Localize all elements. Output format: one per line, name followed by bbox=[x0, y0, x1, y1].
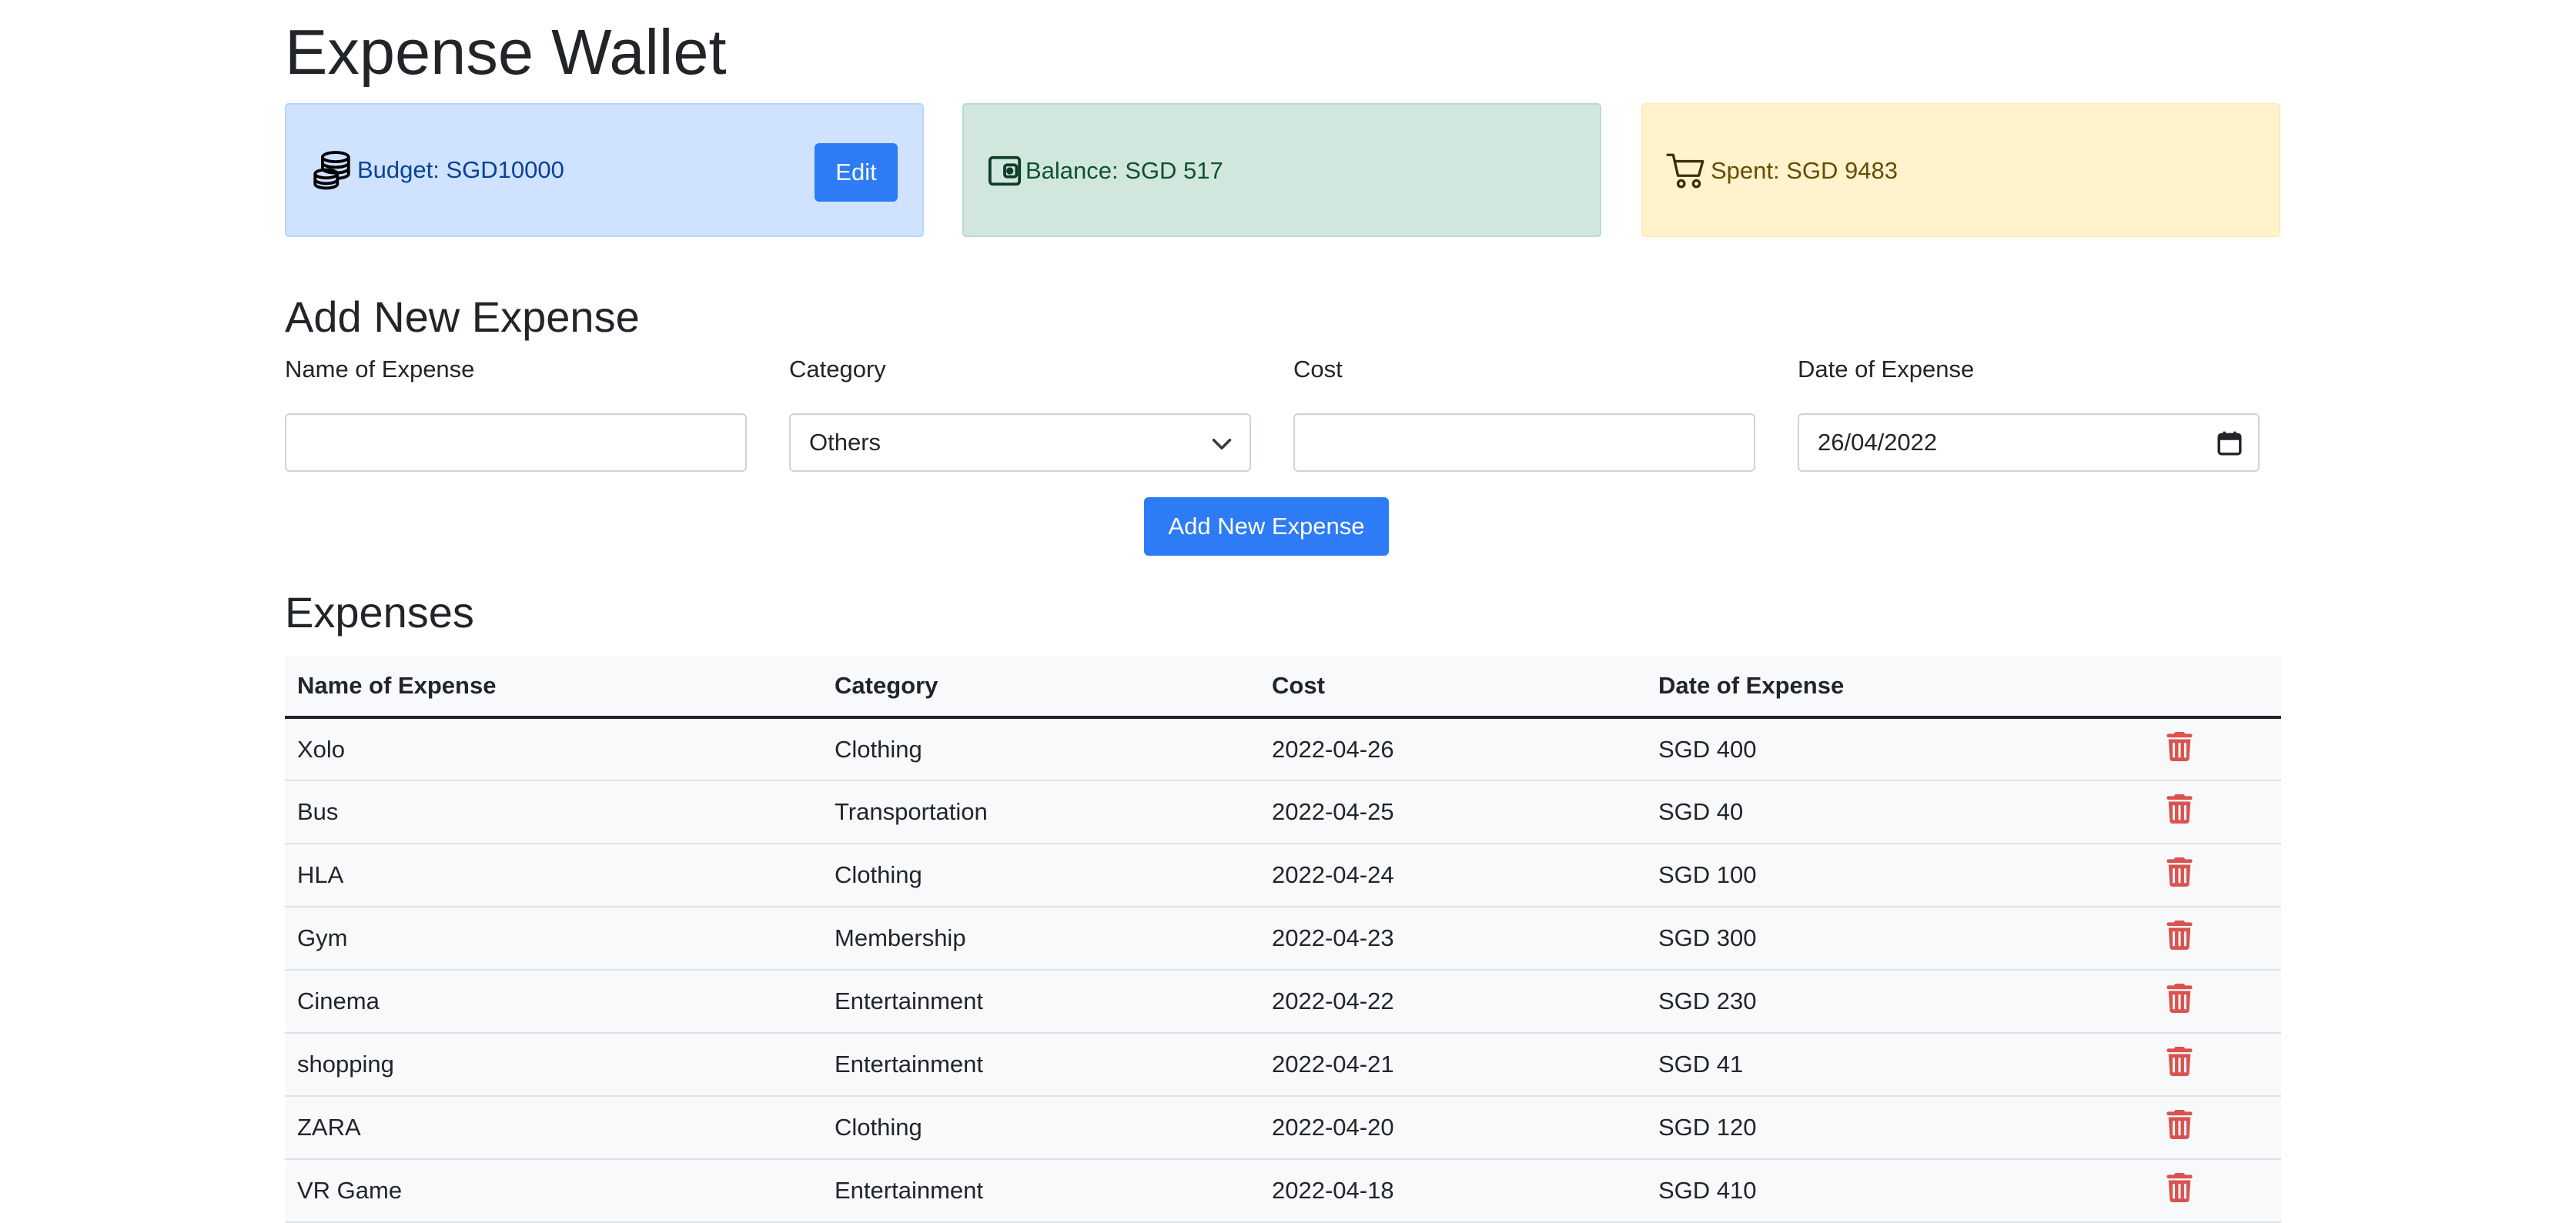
cell-category: Clothing bbox=[822, 1096, 1260, 1160]
cell-name: Cinema bbox=[285, 970, 822, 1034]
spent-text: Spent: SGD 9483 bbox=[1711, 157, 1898, 184]
cell-date: SGD 400 bbox=[1646, 717, 2154, 781]
cell-cost: 2022-04-21 bbox=[1260, 1033, 1646, 1097]
cell-date: SGD 100 bbox=[1646, 844, 2154, 907]
table-row: Cinema Entertainment 2022-04-22 SGD 230 bbox=[285, 970, 2281, 1034]
trash-icon[interactable] bbox=[2166, 857, 2193, 887]
trash-icon[interactable] bbox=[2166, 984, 2193, 1013]
header-date: Date of Expense bbox=[1646, 656, 2154, 719]
cell-cost: 2022-04-26 bbox=[1260, 717, 1646, 781]
date-label: Date of Expense bbox=[1798, 356, 1975, 383]
cell-actions bbox=[2154, 1159, 2281, 1223]
cell-actions bbox=[2154, 1033, 2281, 1097]
cell-actions bbox=[2154, 1096, 2281, 1160]
cell-name: Bus bbox=[285, 780, 822, 844]
table-row: ZARA Clothing 2022-04-20 SGD 120 bbox=[285, 1096, 2281, 1160]
expenses-table: Name of Expense Category Cost Date of Ex… bbox=[285, 656, 2281, 1223]
cell-date: SGD 120 bbox=[1646, 1096, 2154, 1160]
chevron-down-icon bbox=[1211, 433, 1233, 461]
date-value: 26/04/2022 bbox=[1818, 429, 1938, 456]
balance-text: Balance: SGD 517 bbox=[1025, 157, 1223, 184]
cell-date: SGD 410 bbox=[1646, 1159, 2154, 1223]
table-row: shopping Entertainment 2022-04-21 SGD 41 bbox=[285, 1033, 2281, 1097]
trash-icon[interactable] bbox=[2166, 1110, 2193, 1139]
cell-category: Clothing bbox=[822, 717, 1260, 781]
edit-budget-button[interactable]: Edit bbox=[815, 143, 898, 202]
trash-icon[interactable] bbox=[2166, 921, 2193, 950]
table-header-row: Name of Expense Category Cost Date of Ex… bbox=[285, 656, 2281, 719]
balance-card: Balance: SGD 517 bbox=[962, 103, 1601, 237]
header-name: Name of Expense bbox=[285, 656, 822, 719]
trash-icon[interactable] bbox=[2166, 1047, 2193, 1076]
budget-text: Budget: SGD10000 bbox=[357, 156, 564, 183]
cell-cost: 2022-04-20 bbox=[1260, 1096, 1646, 1160]
cart-icon bbox=[1666, 152, 1708, 190]
cell-name: Gym bbox=[285, 907, 822, 971]
name-label: Name of Expense bbox=[285, 356, 475, 383]
trash-icon[interactable] bbox=[2166, 731, 2193, 761]
trash-icon[interactable] bbox=[2166, 794, 2193, 824]
cell-category: Membership bbox=[822, 907, 1260, 971]
add-expense-button[interactable]: Add New Expense bbox=[1144, 497, 1389, 556]
cell-date: SGD 300 bbox=[1646, 907, 2154, 971]
cell-name: ZARA bbox=[285, 1096, 822, 1160]
header-actions bbox=[2154, 656, 2281, 719]
cell-date: SGD 41 bbox=[1646, 1033, 2154, 1097]
cell-date: SGD 230 bbox=[1646, 970, 2154, 1034]
spent-card: Spent: SGD 9483 bbox=[1641, 103, 2280, 237]
cell-name: VR Game bbox=[285, 1159, 822, 1223]
cell-actions bbox=[2154, 970, 2281, 1034]
cell-actions bbox=[2154, 844, 2281, 907]
table-row: VR Game Entertainment 2022-04-18 SGD 410 bbox=[285, 1159, 2281, 1223]
table-row: Bus Transportation 2022-04-25 SGD 40 bbox=[285, 780, 2281, 844]
cell-cost: 2022-04-24 bbox=[1260, 844, 1646, 907]
cost-input[interactable] bbox=[1293, 413, 1755, 472]
page-title: Expense Wallet bbox=[285, 16, 727, 88]
table-row: Gym Membership 2022-04-23 SGD 300 bbox=[285, 907, 2281, 971]
expenses-title: Expenses bbox=[285, 588, 474, 637]
cell-cost: 2022-04-22 bbox=[1260, 970, 1646, 1034]
category-selected-value: Others bbox=[809, 429, 882, 456]
add-expense-title: Add New Expense bbox=[285, 292, 640, 341]
trash-icon[interactable] bbox=[2166, 1173, 2193, 1202]
cell-category: Clothing bbox=[822, 844, 1260, 907]
table-row: Xolo Clothing 2022-04-26 SGD 400 bbox=[285, 717, 2281, 781]
budget-card: Budget: SGD10000 Edit bbox=[285, 103, 924, 237]
coins-icon bbox=[309, 148, 354, 192]
category-select[interactable]: Others bbox=[789, 413, 1251, 472]
cell-category: Entertainment bbox=[822, 1033, 1260, 1097]
cell-cost: 2022-04-18 bbox=[1260, 1159, 1646, 1223]
cell-category: Entertainment bbox=[822, 970, 1260, 1034]
cell-cost: 2022-04-23 bbox=[1260, 907, 1646, 971]
calendar-icon[interactable] bbox=[2216, 430, 2243, 463]
cell-cost: 2022-04-25 bbox=[1260, 780, 1646, 844]
expenses-tbody: Xolo Clothing 2022-04-26 SGD 400 Bus Transpor… bbox=[285, 717, 2281, 1223]
cell-actions bbox=[2154, 780, 2281, 844]
header-cost: Cost bbox=[1260, 656, 1646, 719]
cell-category: Entertainment bbox=[822, 1159, 1260, 1223]
date-input[interactable]: 26/04/2022 bbox=[1798, 413, 2260, 472]
table-row: HLA Clothing 2022-04-24 SGD 100 bbox=[285, 844, 2281, 907]
cell-name: HLA bbox=[285, 844, 822, 907]
header-category: Category bbox=[822, 656, 1260, 719]
cell-name: Xolo bbox=[285, 717, 822, 781]
cell-name: shopping bbox=[285, 1033, 822, 1097]
cost-label: Cost bbox=[1293, 356, 1343, 383]
cell-date: SGD 40 bbox=[1646, 780, 2154, 844]
wallet-icon bbox=[987, 153, 1022, 189]
category-label: Category bbox=[789, 356, 886, 383]
cell-actions bbox=[2154, 907, 2281, 971]
cell-category: Transportation bbox=[822, 780, 1260, 844]
cell-actions bbox=[2154, 717, 2281, 781]
name-input[interactable] bbox=[285, 413, 747, 472]
